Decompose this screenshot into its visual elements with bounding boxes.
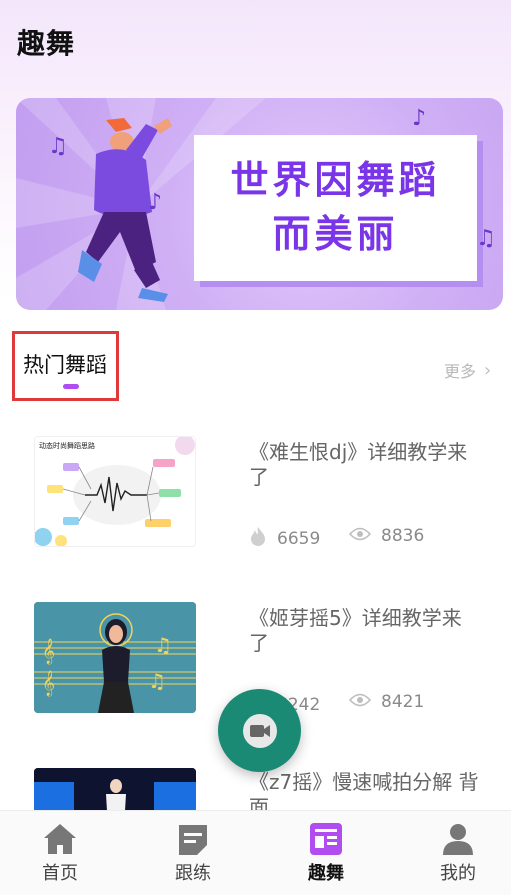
- tab-label: 我的: [440, 863, 476, 884]
- flame-icon: [249, 526, 267, 551]
- tab-label: 趣舞: [308, 863, 344, 884]
- dance-icon: [310, 823, 342, 855]
- chevron-right-icon: ›: [484, 359, 492, 381]
- home-icon: [44, 824, 76, 854]
- dance-title: 《z7摇》慢速喊拍分解 背面: [249, 770, 479, 810]
- banner-line-2: 而美丽: [272, 212, 399, 256]
- dance-list-item[interactable]: 动态时尚舞蹈思路 《难生恨dj》详细教学来了 6659 8836: [0, 436, 511, 556]
- views-stat: 8836: [348, 526, 425, 546]
- profile-icon: [443, 824, 473, 855]
- dance-thumbnail: 𝄞 𝄞 ♫ ♫: [34, 602, 196, 713]
- music-note-icon: ♫: [48, 134, 68, 159]
- section-active-indicator: [63, 384, 79, 389]
- page-title: 趣舞: [17, 27, 76, 60]
- mindmap-thumbnail-art: [35, 437, 195, 546]
- tab-practice[interactable]: 跟练: [129, 811, 257, 895]
- thumbnail-caption: 动态时尚舞蹈思路: [39, 442, 95, 450]
- singer-thumbnail-art: 𝄞 𝄞 ♫ ♫: [34, 602, 196, 713]
- tab-home[interactable]: 首页: [0, 811, 124, 895]
- dance-list-item[interactable]: 《z7摇》慢速喊拍分解 背面: [0, 768, 511, 810]
- svg-text:♫: ♫: [148, 669, 166, 693]
- practice-icon: [179, 825, 207, 855]
- tab-label: 首页: [42, 863, 78, 884]
- svg-text:♫: ♫: [154, 633, 172, 657]
- record-video-button[interactable]: [218, 689, 301, 772]
- more-link[interactable]: 更多 ›: [444, 358, 491, 382]
- bottom-tab-bar: 首页 跟练 趣舞 我的: [0, 810, 511, 895]
- dance-thumbnail: [34, 768, 196, 810]
- music-note-icon: ♫: [476, 226, 496, 251]
- dance-title: 《姬芽摇5》详细教学来了: [249, 606, 462, 655]
- views-count: 8421: [381, 692, 425, 712]
- svg-text:𝄞: 𝄞: [42, 670, 55, 696]
- likes-count: 6659: [277, 528, 321, 549]
- section-tab-hot-dances[interactable]: 热门舞蹈: [12, 331, 119, 401]
- section-title: 热门舞蹈: [23, 353, 107, 377]
- banner-line-1: 世界因舞蹈: [230, 158, 441, 202]
- eye-icon: [348, 692, 372, 712]
- dancer-illustration: [78, 118, 172, 302]
- promo-banner[interactable]: 世界因舞蹈 而美丽 ♫ ♪ ♪ ♫: [16, 98, 503, 310]
- music-note-icon: ♪: [148, 190, 163, 215]
- svg-text:𝄞: 𝄞: [42, 638, 55, 664]
- likes-stat: 6659: [249, 526, 320, 551]
- views-count: 8836: [381, 526, 425, 546]
- tab-label: 跟练: [175, 863, 211, 884]
- views-stat: 8421: [348, 692, 425, 712]
- eye-icon: [348, 526, 372, 546]
- tab-dance[interactable]: 趣舞: [262, 811, 390, 895]
- stage-thumbnail-art: [34, 768, 196, 810]
- banner-headline-board: 世界因舞蹈 而美丽: [194, 135, 477, 281]
- more-label: 更多: [444, 362, 477, 381]
- music-note-icon: ♪: [412, 106, 427, 131]
- tab-profile[interactable]: 我的: [394, 811, 511, 895]
- dance-title: 《难生恨dj》详细教学来了: [249, 440, 468, 489]
- dance-thumbnail: 动态时尚舞蹈思路: [34, 436, 196, 547]
- video-camera-icon: [242, 713, 277, 748]
